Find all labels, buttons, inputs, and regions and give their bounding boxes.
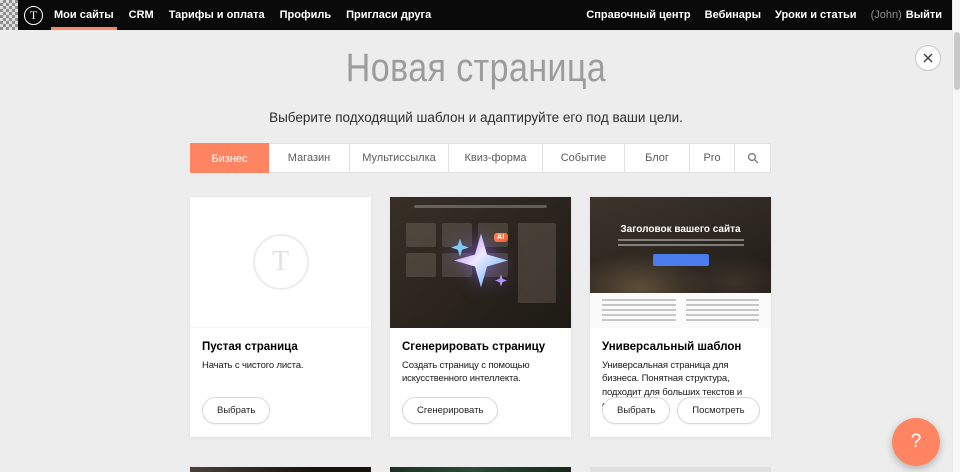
ai-generate-preview[interactable]: AI (390, 197, 571, 328)
nav-lessons[interactable]: Уроки и статьи (775, 9, 857, 21)
next-row-previews (190, 467, 771, 472)
tab-event[interactable]: Событие (543, 144, 625, 172)
topbar: T Мои сайты CRM Тарифы и оплата Профиль … (0, 0, 952, 30)
card-body: Сгенерировать страницу Создать страницу … (390, 328, 571, 386)
ai-badge: AI (494, 233, 508, 242)
universal-template-preview[interactable]: Заголовок вашего сайта (590, 197, 771, 328)
card-actions: Сгенерировать (402, 397, 498, 424)
blank-page-preview[interactable]: T (190, 197, 371, 328)
template-cards: T Пустая страница Начать с чистого листа… (190, 197, 771, 437)
close-button[interactable] (915, 45, 941, 71)
nav-my-sites[interactable]: Мои сайты (54, 0, 114, 30)
tilda-watermark-icon: T (253, 234, 309, 290)
nav-help-center[interactable]: Справочный центр (586, 9, 690, 21)
template-preview-partial (590, 467, 771, 472)
card-title: Сгенерировать страницу (402, 341, 559, 353)
scrollbar[interactable] (952, 0, 960, 472)
tab-pro[interactable]: Pro (690, 144, 735, 172)
preview-text-lines (618, 239, 744, 248)
card-universal-template: Заголовок вашего сайта Универсальный шаб… (590, 197, 771, 437)
user-chunk: (John) Выйти (871, 9, 942, 21)
tab-shop[interactable]: Магазин (269, 144, 350, 172)
preview-decor-block (406, 223, 436, 247)
card-blank-page: T Пустая страница Начать с чистого листа… (190, 197, 371, 437)
tab-quiz-form[interactable]: Квиз-форма (449, 144, 543, 172)
card-description: Создать страницу с помощью искусственног… (402, 359, 559, 386)
preview-cta-button (653, 254, 709, 266)
help-button[interactable]: ? (892, 418, 940, 466)
new-page-screen: T Мои сайты CRM Тарифы и оплата Профиль … (0, 0, 960, 472)
card-body: Пустая страница Начать с чистого листа. (190, 328, 371, 372)
tilda-logo[interactable]: T (24, 6, 43, 25)
tab-search[interactable] (735, 144, 770, 172)
view-button[interactable]: Посмотреть (677, 397, 759, 424)
close-icon (923, 53, 933, 63)
user-name: (John) (871, 9, 902, 21)
search-icon (747, 152, 759, 164)
card-actions: Выбрать (202, 397, 270, 424)
texture-pattern (0, 0, 18, 30)
nav-invite-friend[interactable]: Пригласи друга (346, 0, 431, 30)
tab-business[interactable]: Бизнес (190, 143, 269, 173)
card-title: Пустая страница (202, 341, 359, 353)
preview-decor-line (414, 205, 547, 208)
card-ai-generate: AI Сгенерировать страницу Создать страни… (390, 197, 571, 437)
tilda-logo-letter: T (30, 8, 37, 23)
choose-button[interactable]: Выбрать (602, 397, 670, 424)
generate-button[interactable]: Сгенерировать (402, 397, 498, 424)
preview-hero: Заголовок вашего сайта (590, 197, 771, 293)
topbar-nav-left: Мои сайты CRM Тарифы и оплата Профиль Пр… (54, 0, 431, 30)
preview-decor-block (518, 223, 556, 303)
template-preview-partial (390, 467, 571, 472)
tilda-watermark-letter: T (272, 246, 289, 278)
preview-text-section (590, 293, 771, 328)
preview-heading: Заголовок вашего сайта (620, 224, 740, 235)
page-title: Новая страница (71, 46, 880, 91)
scrollbar-thumb[interactable] (954, 32, 960, 90)
preview-text-column (686, 299, 760, 323)
template-preview-partial (190, 467, 371, 472)
preview-text-column (602, 299, 676, 323)
choose-button[interactable]: Выбрать (202, 397, 270, 424)
card-actions: Выбрать Посмотреть (602, 397, 760, 424)
help-button-label: ? (911, 431, 922, 453)
card-title: Универсальный шаблон (602, 341, 759, 353)
nav-crm[interactable]: CRM (129, 0, 154, 30)
tab-blog[interactable]: Блог (625, 144, 690, 172)
page-subtitle: Выберите подходящий шаблон и адаптируйте… (0, 110, 952, 125)
nav-tariffs[interactable]: Тарифы и оплата (169, 0, 265, 30)
tab-multilink[interactable]: Мультиссылка (350, 144, 449, 172)
card-description: Начать с чистого листа. (202, 359, 359, 372)
logout-link[interactable]: Выйти (906, 9, 942, 21)
preview-decor-block (406, 253, 436, 277)
template-tabs: Бизнес Магазин Мультиссылка Квиз-форма С… (190, 143, 771, 173)
topbar-nav-right: Справочный центр Вебинары Уроки и статьи… (586, 9, 952, 21)
nav-profile[interactable]: Профиль (280, 0, 331, 30)
nav-webinars[interactable]: Вебинары (705, 9, 761, 21)
